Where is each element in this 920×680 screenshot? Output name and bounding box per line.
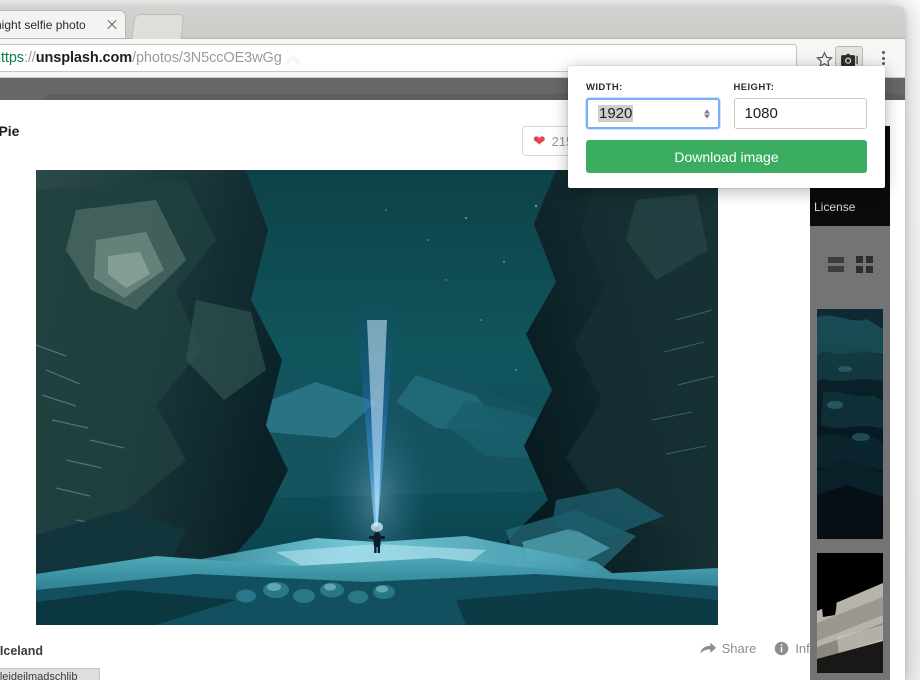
main-photo[interactable] [36,170,718,625]
width-value: 1920 [598,105,634,122]
browser-tab-strip: night selfie photo [0,6,905,39]
thumbnail-artwork [817,553,883,673]
share-arrow-icon [699,642,716,654]
close-icon[interactable] [105,18,119,32]
new-tab-button[interactable] [131,14,185,39]
photo-footer-actions: Share Info [699,641,817,656]
license-label: License [814,200,856,214]
view-toggle-group [810,226,890,302]
screen-root: night selfie photo https://unsplash.com/… [0,0,920,680]
menu-dot [881,56,885,60]
url-path: /photos/3N5ccOE3wGg [132,50,282,66]
photo-artwork [36,170,718,625]
list-bar [827,256,844,263]
height-input[interactable]: 1080 [733,98,867,129]
width-label: WIDTH: [586,82,623,93]
photo-location: á, Iceland [0,644,43,658]
grid-view-icon[interactable] [855,255,873,273]
url-host: unsplash.com [35,50,133,66]
grid-cell [865,265,873,273]
share-button[interactable]: Share [699,641,757,656]
url-scheme: https [0,50,24,66]
browser-tab[interactable]: night selfie photo [0,10,126,38]
menu-dot [881,62,885,66]
related-thumbnails [810,302,890,680]
grid-cell [865,255,873,263]
height-value: 1080 [744,105,778,122]
heart-icon: ❤ [533,132,546,150]
list-bar [827,265,844,272]
download-image-popup: WIDTH: 1920 HEIGHT: 1080 Download image [568,66,885,188]
width-input[interactable]: 1920 [586,98,720,129]
thumbnail-artwork [817,309,883,539]
info-circle-icon [775,641,789,656]
url-separator: :// [23,50,36,66]
height-field-group: HEIGHT: 1080 [733,82,867,129]
share-label: Share [721,641,757,656]
photographer-name[interactable]: n Pie [0,123,19,139]
popup-arrow [285,59,301,67]
status-bar: ibmeleideilmadschlib [0,668,100,680]
grid-cell [855,255,863,263]
stepper-up-icon[interactable] [703,109,710,113]
width-stepper[interactable] [703,109,710,118]
tab-title: night selfie photo [0,17,86,32]
list-view-icon[interactable] [827,256,844,272]
download-image-button[interactable]: Download image [586,140,867,173]
url-text: https://unsplash.com/photos/3N5ccOE3wGg [0,50,282,66]
menu-dot [881,50,885,54]
dimension-fields: WIDTH: 1920 HEIGHT: 1080 [586,82,867,129]
thumbnail-item[interactable] [817,553,883,673]
width-field-group: WIDTH: 1920 [586,82,720,129]
thumbnail-item[interactable] [817,309,883,539]
grid-cell [855,265,863,273]
stepper-down-icon[interactable] [703,114,710,118]
height-label: HEIGHT: [733,82,775,93]
